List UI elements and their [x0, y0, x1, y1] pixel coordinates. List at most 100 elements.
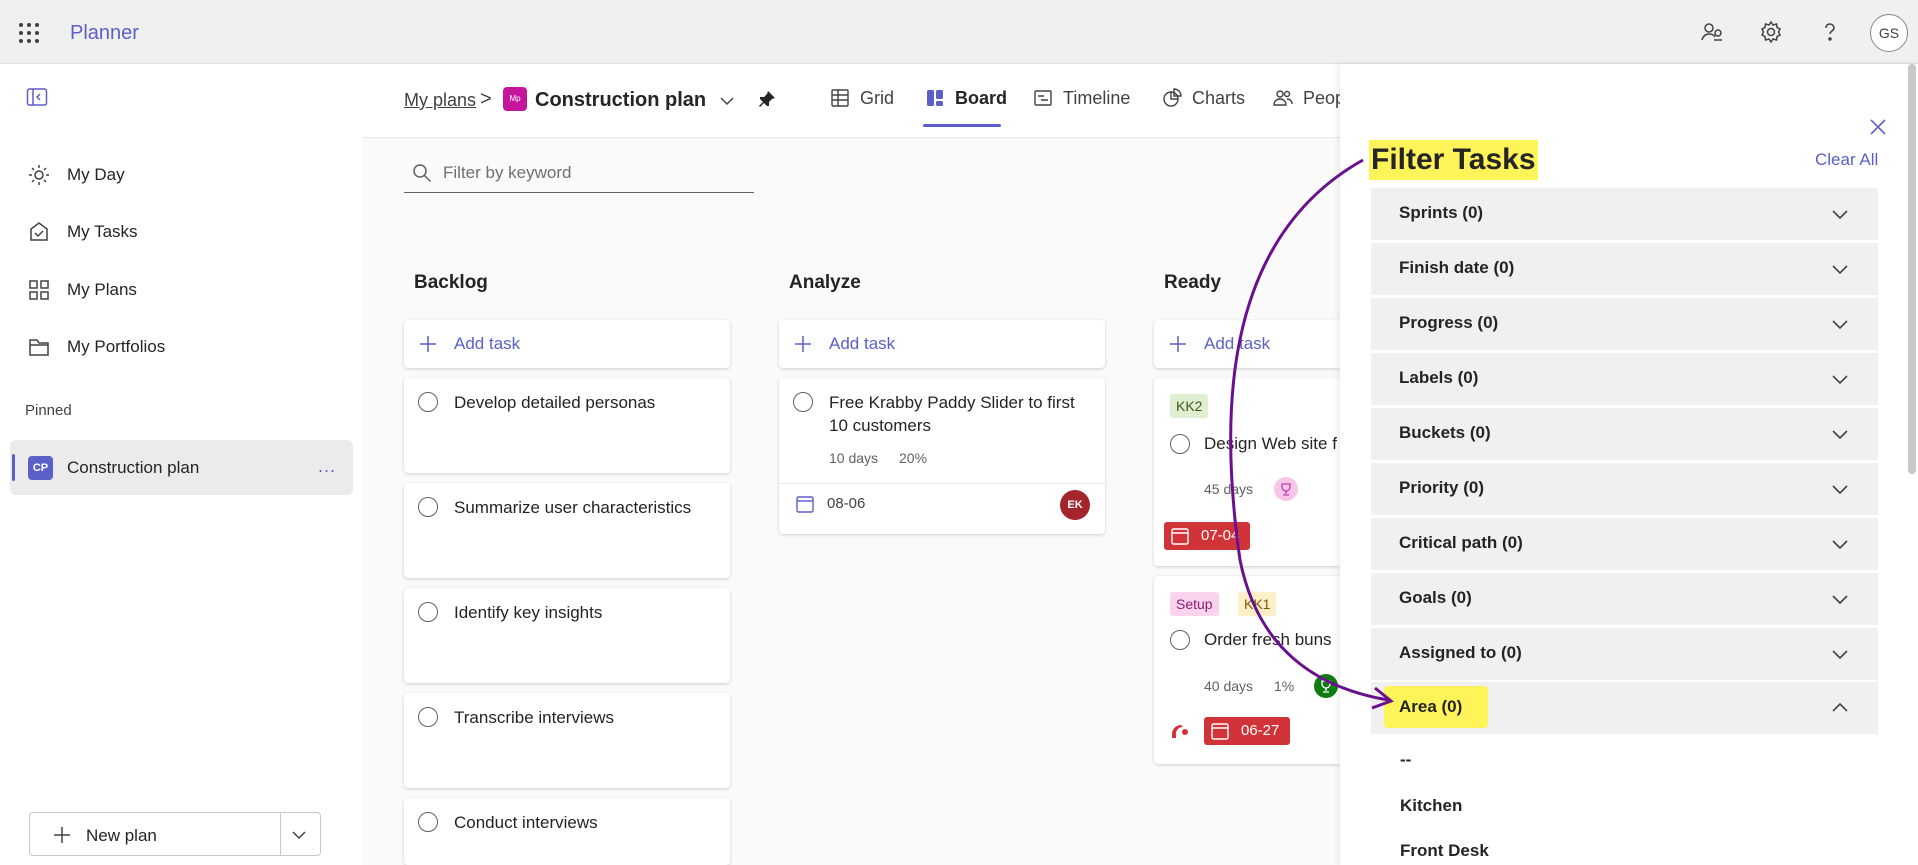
filter-section-buckets[interactable]: Buckets (0): [1371, 408, 1878, 460]
task-card[interactable]: Transcribe interviews: [404, 693, 730, 788]
tab-people[interactable]: Peop: [1273, 88, 1341, 112]
task-title: Conduct interviews: [454, 813, 598, 832]
active-tab-indicator: [923, 124, 1001, 127]
grid-icon: [830, 88, 850, 108]
filter-placeholder: Filter by keyword: [443, 163, 572, 182]
add-task-button[interactable]: Add task: [1154, 320, 1340, 368]
assignee-avatar[interactable]: EK: [1060, 490, 1090, 520]
goal-trophy-icon: [1274, 477, 1298, 501]
filter-section-labels[interactable]: Labels (0): [1371, 353, 1878, 405]
task-card[interactable]: Identify key insights: [404, 588, 730, 683]
sun-icon: [28, 164, 50, 186]
filter-section-assigned-to[interactable]: Assigned to (0): [1371, 628, 1878, 680]
calendar-icon: [1170, 526, 1190, 546]
task-card[interactable]: Setup KK1 Order fresh buns 40 days 1% 06…: [1154, 576, 1340, 764]
task-card[interactable]: Summarize user characteristics: [404, 483, 730, 578]
chevron-down-icon: [1831, 645, 1849, 663]
complete-task-checkbox[interactable]: [418, 707, 438, 727]
chevron-down-icon: [1831, 480, 1849, 498]
filter-section-priority[interactable]: Priority (0): [1371, 463, 1878, 515]
add-task-label: Add task: [829, 334, 896, 353]
complete-task-checkbox[interactable]: [1170, 630, 1190, 650]
charts-icon: [1162, 88, 1182, 108]
task-title: Design Web site f: [1204, 434, 1337, 453]
people-sync-icon[interactable]: [1700, 20, 1724, 44]
area-option-none[interactable]: --: [1400, 750, 1411, 770]
user-avatar[interactable]: GS: [1870, 14, 1908, 52]
sidebar-item-my-day[interactable]: My Day: [0, 153, 362, 197]
chevron-down-icon: [1831, 370, 1849, 388]
gear-icon[interactable]: [1759, 20, 1783, 44]
panel-scrollbar[interactable]: [1908, 64, 1916, 474]
new-plan-label: New plan: [86, 826, 157, 845]
filter-section-critical-path[interactable]: Critical path (0): [1371, 518, 1878, 570]
breadcrumb-separator: >: [480, 88, 492, 110]
complete-task-checkbox[interactable]: [793, 392, 813, 412]
chevron-down-icon: [1831, 260, 1849, 278]
complete-task-checkbox[interactable]: [418, 497, 438, 517]
filter-panel-title: Filter Tasks: [1369, 140, 1538, 180]
filter-section-label: Priority (0): [1399, 478, 1485, 497]
card-divider: [779, 483, 1105, 484]
collapse-sidebar-icon[interactable]: [26, 87, 48, 107]
pin-icon[interactable]: [757, 89, 777, 109]
new-plan-button[interactable]: [29, 812, 321, 856]
bucket-title-analyze[interactable]: Analyze: [789, 272, 861, 294]
filter-section-label: Goals (0): [1399, 588, 1472, 607]
timeline-icon: [1033, 88, 1053, 108]
task-label-tag: Setup: [1170, 592, 1219, 616]
filter-section-sprints[interactable]: Sprints (0): [1371, 188, 1878, 240]
filter-section-label: Finish date (0): [1399, 258, 1515, 277]
sidebar-item-my-plans[interactable]: My Plans: [0, 268, 362, 312]
app-title[interactable]: Planner: [70, 22, 139, 45]
chevron-down-icon: [1831, 425, 1849, 443]
task-card[interactable]: Develop detailed personas: [404, 378, 730, 473]
search-icon: [412, 163, 432, 183]
complete-task-checkbox[interactable]: [418, 392, 438, 412]
task-title: Transcribe interviews: [454, 708, 614, 727]
task-card[interactable]: Free Krabby Paddy Slider to first 10 cus…: [779, 378, 1105, 534]
bucket-title-ready[interactable]: Ready: [1164, 272, 1221, 294]
overdue-date-badge: 06-27: [1204, 717, 1290, 745]
sidebar-item-my-tasks[interactable]: My Tasks: [0, 210, 362, 254]
goal-trophy-icon: [1314, 674, 1338, 698]
filter-section-goals[interactable]: Goals (0): [1371, 573, 1878, 625]
add-task-button[interactable]: Add task: [779, 320, 1105, 368]
filter-section-label: Critical path (0): [1399, 533, 1523, 552]
task-label-tag: KK1: [1238, 592, 1277, 616]
chevron-down-icon[interactable]: [290, 826, 308, 844]
add-task-button[interactable]: Add task: [404, 320, 730, 368]
folder-icon: [28, 336, 50, 358]
complete-task-checkbox[interactable]: [1170, 434, 1190, 454]
area-option-kitchen[interactable]: Kitchen: [1400, 796, 1462, 816]
close-icon[interactable]: [1869, 118, 1887, 136]
complete-task-checkbox[interactable]: [418, 602, 438, 622]
help-icon[interactable]: [1818, 20, 1842, 44]
task-check-icon: [28, 221, 50, 243]
more-options-icon[interactable]: ...: [318, 456, 336, 477]
clear-all-button[interactable]: Clear All: [1815, 150, 1878, 170]
filter-section-label: Assigned to (0): [1399, 643, 1522, 662]
board-icon: [925, 88, 945, 108]
sidebar-item-label: My Plans: [67, 280, 137, 299]
chevron-up-icon[interactable]: [1831, 699, 1849, 717]
task-card[interactable]: KK2 Design Web site f 45 days 07-04: [1154, 378, 1340, 566]
app-launcher-icon[interactable]: [18, 22, 40, 44]
filter-section-label: Buckets (0): [1399, 423, 1491, 442]
task-due-date: 07-04: [1201, 527, 1240, 544]
breadcrumb-my-plans[interactable]: My plans: [404, 90, 476, 111]
task-due-date: 08-06: [827, 495, 866, 512]
area-option-front-desk[interactable]: Front Desk: [1400, 841, 1489, 861]
filter-section-finish-date[interactable]: Finish date (0): [1371, 243, 1878, 295]
complete-task-checkbox[interactable]: [418, 812, 438, 832]
task-progress: 20%: [899, 450, 928, 466]
filter-section-progress[interactable]: Progress (0): [1371, 298, 1878, 350]
plus-icon: [1168, 334, 1188, 354]
bucket-title-backlog[interactable]: Backlog: [414, 272, 488, 294]
task-card[interactable]: Conduct interviews: [404, 798, 730, 865]
plan-title[interactable]: Construction plan: [535, 89, 706, 112]
task-duration: 45 days: [1204, 481, 1254, 497]
sidebar-item-my-portfolios[interactable]: My Portfolios: [0, 325, 362, 369]
chevron-down-icon[interactable]: [718, 92, 736, 110]
overdue-date-badge: 07-04: [1164, 522, 1250, 550]
